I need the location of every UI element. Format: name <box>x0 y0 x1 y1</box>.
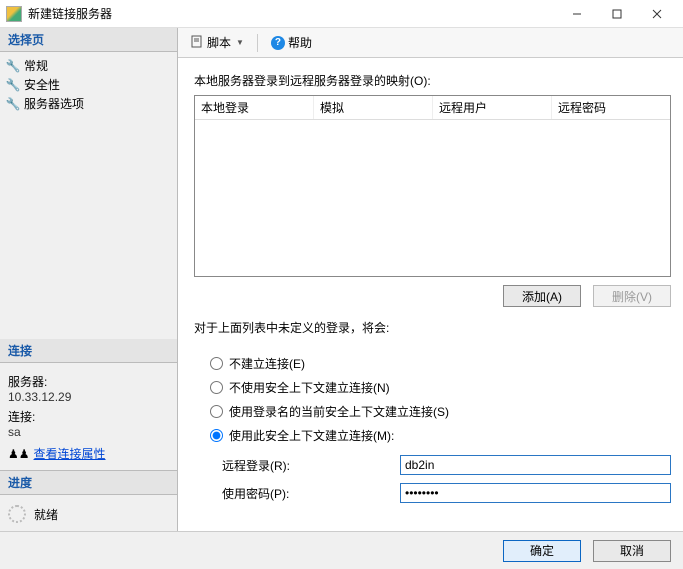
radio-this-security-context[interactable]: 使用此安全上下文建立连接(M): <box>210 427 671 444</box>
radio-label: 不使用安全上下文建立连接(N) <box>229 379 390 396</box>
maximize-icon <box>612 9 622 19</box>
radio-input[interactable] <box>210 405 223 418</box>
connection-header: 连接 <box>0 339 177 363</box>
radio-input[interactable] <box>210 357 223 370</box>
conn-value: sa <box>8 425 169 439</box>
dialog-footer: 确定 取消 <box>0 531 683 569</box>
script-icon <box>190 34 204 51</box>
close-icon <box>652 9 662 19</box>
sidebar-item-label: 安全性 <box>24 76 60 93</box>
login-mapping-table[interactable]: 本地登录 模拟 远程用户 远程密码 <box>194 95 671 277</box>
close-button[interactable] <box>637 2 677 26</box>
radio-label: 不建立连接(E) <box>229 355 305 372</box>
login-behavior-radio-group: 不建立连接(E) 不使用安全上下文建立连接(N) 使用登录名的当前安全上下文建立… <box>210 348 671 451</box>
conn-label: 连接: <box>8 408 169 425</box>
add-button[interactable]: 添加(A) <box>503 285 581 307</box>
sidebar-item-security[interactable]: 🔧 安全性 <box>4 75 173 94</box>
script-label: 脚本 <box>207 34 231 51</box>
minimize-button[interactable] <box>557 2 597 26</box>
remote-login-label: 远程登录(R): <box>222 457 392 474</box>
cancel-button[interactable]: 取消 <box>593 540 671 562</box>
script-button[interactable]: 脚本 ▼ <box>186 32 248 53</box>
password-row: 使用密码(P): <box>222 483 671 503</box>
view-props-link[interactable]: 查看连接属性 <box>34 445 106 462</box>
help-label: 帮助 <box>288 34 312 51</box>
toolbar: 脚本 ▼ ? 帮助 <box>178 28 683 58</box>
table-header-row: 本地登录 模拟 远程用户 远程密码 <box>195 96 670 120</box>
progress-section: 就绪 <box>0 495 177 531</box>
progress-header: 进度 <box>0 471 177 495</box>
toolbar-divider <box>257 34 258 52</box>
password-label: 使用密码(P): <box>222 485 392 502</box>
wrench-icon: 🔧 <box>6 97 20 111</box>
mapping-label: 本地服务器登录到远程服务器登录的映射(O): <box>194 72 671 89</box>
table-buttons-row: 添加(A) 删除(V) <box>194 285 671 307</box>
progress-spinner-icon <box>8 505 26 523</box>
th-impersonate[interactable]: 模拟 <box>314 96 433 119</box>
sidebar-item-general[interactable]: 🔧 常规 <box>4 56 173 75</box>
radio-no-security-context[interactable]: 不使用安全上下文建立连接(N) <box>210 379 671 396</box>
sidebar-item-label: 服务器选项 <box>24 95 84 112</box>
progress-status: 就绪 <box>34 506 58 523</box>
titlebar: 新建链接服务器 <box>0 0 683 28</box>
server-label: 服务器: <box>8 373 169 390</box>
th-local-login[interactable]: 本地登录 <box>195 96 314 119</box>
server-value: 10.33.12.29 <box>8 390 169 404</box>
remote-login-row: 远程登录(R): <box>222 455 671 475</box>
password-input[interactable] <box>400 483 671 503</box>
radio-label: 使用此安全上下文建立连接(M): <box>229 427 394 444</box>
wrench-icon: 🔧 <box>6 59 20 73</box>
sidebar-item-server-options[interactable]: 🔧 服务器选项 <box>4 94 173 113</box>
connection-section: 服务器: 10.33.12.29 连接: sa ♟♟ 查看连接属性 <box>0 363 177 470</box>
main-area: 选择页 🔧 常规 🔧 安全性 🔧 服务器选项 连接 服务器: 10.33.12.… <box>0 28 683 531</box>
help-icon: ? <box>271 36 285 50</box>
ok-button[interactable]: 确定 <box>503 540 581 562</box>
window-title: 新建链接服务器 <box>28 5 557 22</box>
nav-list: 🔧 常规 🔧 安全性 🔧 服务器选项 <box>0 52 177 117</box>
radio-input[interactable] <box>210 381 223 394</box>
th-remote-user[interactable]: 远程用户 <box>433 96 552 119</box>
radio-current-security-context[interactable]: 使用登录名的当前安全上下文建立连接(S) <box>210 403 671 420</box>
radio-label: 使用登录名的当前安全上下文建立连接(S) <box>229 403 449 420</box>
sidebar-item-label: 常规 <box>24 57 48 74</box>
maximize-button[interactable] <box>597 2 637 26</box>
radio-input[interactable] <box>210 429 223 442</box>
undefined-logins-label: 对于上面列表中未定义的登录，将会: <box>194 319 671 336</box>
select-page-header: 选择页 <box>0 28 177 52</box>
th-remote-password[interactable]: 远程密码 <box>552 96 670 119</box>
remote-login-input[interactable] <box>400 455 671 475</box>
remove-button: 删除(V) <box>593 285 671 307</box>
window-controls <box>557 2 677 26</box>
wrench-icon: 🔧 <box>6 78 20 92</box>
content-body: 本地服务器登录到远程服务器登录的映射(O): 本地登录 模拟 远程用户 远程密码… <box>178 58 683 531</box>
sidebar: 选择页 🔧 常规 🔧 安全性 🔧 服务器选项 连接 服务器: 10.33.12.… <box>0 28 178 531</box>
chevron-down-icon: ▼ <box>236 38 244 47</box>
properties-icon: ♟♟ <box>8 447 30 461</box>
help-button[interactable]: ? 帮助 <box>267 32 316 53</box>
view-connection-properties[interactable]: ♟♟ 查看连接属性 <box>8 445 169 462</box>
content-pane: 脚本 ▼ ? 帮助 本地服务器登录到远程服务器登录的映射(O): 本地登录 模拟… <box>178 28 683 531</box>
app-icon <box>6 6 22 22</box>
radio-no-connection[interactable]: 不建立连接(E) <box>210 355 671 372</box>
minimize-icon <box>572 9 582 19</box>
